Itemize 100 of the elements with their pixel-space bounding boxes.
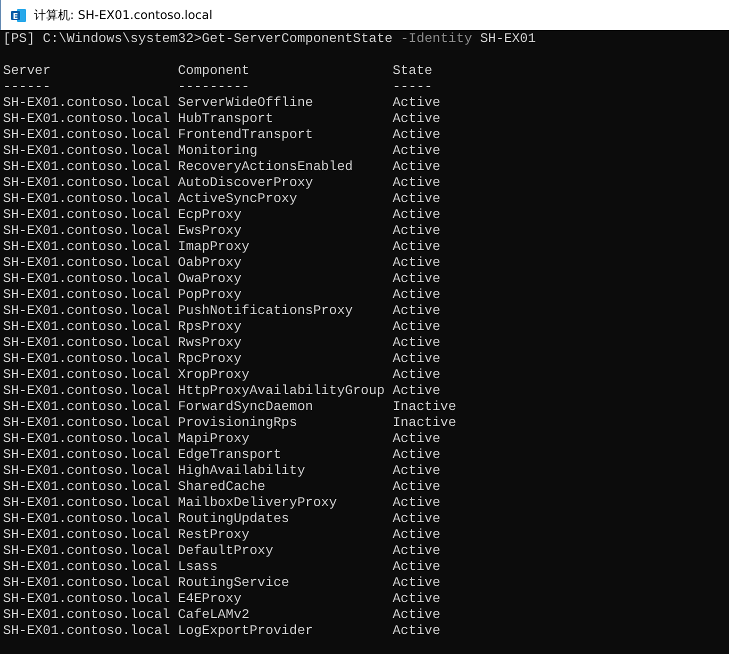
table-cell-text: Active bbox=[392, 335, 442, 351]
table-cell-text: Active bbox=[392, 479, 442, 495]
table-cell-text: SH-EX01.contoso.local bbox=[3, 351, 171, 367]
table-cell-text: SH-EX01.contoso.local bbox=[3, 431, 171, 447]
table-cell-text: SH-EX01.contoso.local bbox=[3, 303, 171, 319]
table-cell-text: SH-EX01.contoso.local bbox=[3, 271, 171, 287]
table-cell-text: Active bbox=[392, 559, 442, 575]
column-header: Component bbox=[178, 63, 250, 79]
command-text: Get-ServerComponentState -Identity SH-EX01 bbox=[202, 31, 536, 46]
table-cell-text: SH-EX01.contoso.local bbox=[3, 319, 171, 335]
table-cell-text: XropProxy bbox=[178, 367, 250, 383]
table-cell-text: CafeLAMv2 bbox=[178, 607, 250, 623]
table-cell-text: Active bbox=[392, 623, 442, 639]
table-cell-text: PopProxy bbox=[178, 287, 243, 303]
table-cell: Inactive bbox=[392, 415, 456, 431]
table-cell-text: SH-EX01.contoso.local bbox=[3, 223, 171, 239]
table-cell-text: Active bbox=[392, 543, 442, 559]
table-cell-text: PushNotificationsProxy bbox=[178, 303, 354, 319]
table-cell-text: Active bbox=[392, 527, 442, 543]
prompt: [PS] C:\Windows\system32> bbox=[3, 31, 202, 46]
table-cell-text: Active bbox=[392, 351, 442, 367]
table-cell-text: SH-EX01.contoso.local bbox=[3, 95, 171, 111]
table-cell-text: Active bbox=[392, 255, 442, 271]
table-cell-text: Active bbox=[392, 511, 442, 527]
table-cell-text: FrontendTransport bbox=[178, 127, 314, 143]
table-cell-text: SH-EX01.contoso.local bbox=[3, 191, 171, 207]
table-cell-text: SH-EX01.contoso.local bbox=[3, 239, 171, 255]
table-cell-text: HighAvailability bbox=[178, 463, 306, 479]
header-underline: --------- bbox=[178, 79, 250, 95]
table-cell-text: Active bbox=[392, 607, 442, 623]
table-cell-text: SharedCache bbox=[178, 479, 266, 495]
table-cell-text: HubTransport bbox=[178, 111, 274, 127]
table-cell-text: SH-EX01.contoso.local bbox=[3, 143, 171, 159]
table-cell-text: SH-EX01.contoso.local bbox=[3, 335, 171, 351]
table-cell-text: Active bbox=[392, 287, 442, 303]
table-cell-text: RwsProxy bbox=[178, 335, 243, 351]
table-cell-text: Active bbox=[392, 319, 442, 335]
table-cell-text: Active bbox=[392, 111, 442, 127]
table-cell-text: SH-EX01.contoso.local bbox=[3, 591, 171, 607]
table-cell-text: EdgeTransport bbox=[178, 447, 282, 463]
table-cell-text: OwaProxy bbox=[178, 271, 243, 287]
table-cell-text: Active bbox=[392, 431, 442, 447]
table-cell-text: LogExportProvider bbox=[178, 623, 314, 639]
table-cell-text: SH-EX01.contoso.local bbox=[3, 399, 171, 415]
column-header: Server bbox=[3, 63, 52, 79]
table-cell-text: E4EProxy bbox=[178, 591, 243, 607]
column-header: State bbox=[392, 63, 434, 79]
table-cell-text: RpcProxy bbox=[178, 351, 243, 367]
table-cell-text: SH-EX01.contoso.local bbox=[3, 623, 171, 639]
table-cell: Inactive bbox=[392, 399, 456, 415]
header-underline: ------ bbox=[3, 79, 52, 95]
table-cell-text: SH-EX01.contoso.local bbox=[3, 543, 171, 559]
table-cell-text: Active bbox=[392, 591, 442, 607]
table-cell-text: SH-EX01.contoso.local bbox=[3, 255, 171, 271]
table-cell-text: SH-EX01.contoso.local bbox=[3, 463, 171, 479]
table-cell-text: ForwardSyncDaemon bbox=[178, 399, 314, 415]
table-cell-text: SH-EX01.contoso.local bbox=[3, 367, 171, 383]
table-cell-text: SH-EX01.contoso.local bbox=[3, 495, 171, 511]
table-cell-text: SH-EX01.contoso.local bbox=[3, 175, 171, 191]
table-cell-text: SH-EX01.contoso.local bbox=[3, 479, 171, 495]
table-cell-text: Active bbox=[392, 495, 442, 511]
app-icon bbox=[10, 6, 27, 24]
table-cell-text: Active bbox=[392, 143, 442, 159]
table-cell-text: Monitoring bbox=[178, 143, 258, 159]
table-cell-text: SH-EX01.contoso.local bbox=[3, 287, 171, 303]
table-cell-text: SH-EX01.contoso.local bbox=[3, 127, 171, 143]
table-cell-text: Lsass bbox=[178, 559, 219, 575]
table-cell-text: SH-EX01.contoso.local bbox=[3, 383, 171, 399]
table-cell-text: RpsProxy bbox=[178, 319, 243, 335]
window-title: 计算机: SH-EX01.contoso.local bbox=[34, 6, 212, 24]
table-cell-text: SH-EX01.contoso.local bbox=[3, 207, 171, 223]
table-cell-text: EcpProxy bbox=[178, 207, 243, 223]
table-cell-text: Active bbox=[392, 223, 442, 239]
table-cell-text: Active bbox=[392, 207, 442, 223]
table-cell-text: Active bbox=[392, 303, 442, 319]
table-cell-text: Active bbox=[392, 271, 442, 287]
table-cell-text: SH-EX01.contoso.local bbox=[3, 415, 171, 431]
table-cell-text: Active bbox=[392, 447, 442, 463]
table-cell-text: Active bbox=[392, 191, 442, 207]
table-cell-text: SH-EX01.contoso.local bbox=[3, 607, 171, 623]
table-cell-text: SH-EX01.contoso.local bbox=[3, 511, 171, 527]
table-cell-text: RoutingUpdates bbox=[178, 511, 290, 527]
table-cell-text: MailboxDeliveryProxy bbox=[178, 495, 338, 511]
table-cell-text: Active bbox=[392, 575, 442, 591]
table-cell-text: SH-EX01.contoso.local bbox=[3, 447, 171, 463]
table-cell-text: Active bbox=[392, 383, 442, 399]
table-cell-text: ImapProxy bbox=[178, 239, 250, 255]
table-cell-text: SH-EX01.contoso.local bbox=[3, 575, 171, 591]
table-cell-text: RestProxy bbox=[178, 527, 250, 543]
table-cell-text: Active bbox=[392, 239, 442, 255]
header-underline: ----- bbox=[392, 79, 434, 95]
table-cell-text: MapiProxy bbox=[178, 431, 250, 447]
table-cell-text: ServerWideOffline bbox=[178, 95, 314, 111]
table-cell-text: Active bbox=[392, 159, 442, 175]
table-cell-text: DefaultProxy bbox=[178, 543, 274, 559]
table-cell-text: OabProxy bbox=[178, 255, 243, 271]
table-cell-text: AutoDiscoverProxy bbox=[178, 175, 314, 191]
table-cell-text: Active bbox=[392, 367, 442, 383]
table-cell-text: SH-EX01.contoso.local bbox=[3, 111, 171, 127]
table-cell-text: Active bbox=[392, 463, 442, 479]
